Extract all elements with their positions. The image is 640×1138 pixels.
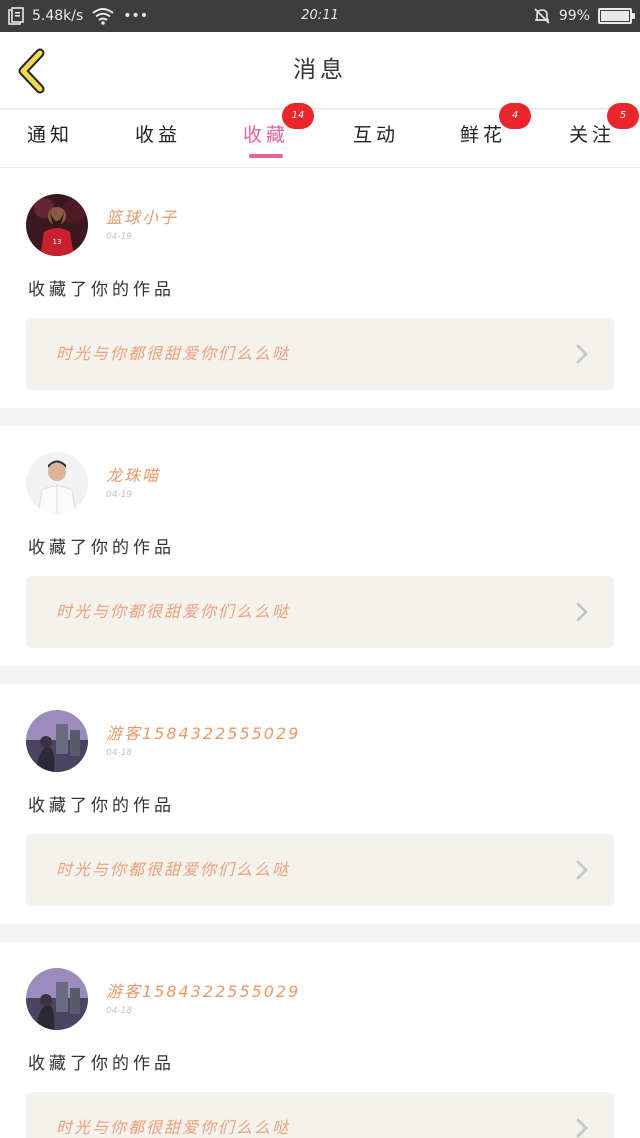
tab-favorites[interactable]: 收藏 14 [226,103,314,168]
message-card: 游客1584322555029 04-18 收藏了你的作品 时光与你都很甜爱你们… [0,942,640,1138]
mute-bell-icon [533,7,551,25]
svg-text:13: 13 [53,238,62,246]
favorites-count-badge: 14 [282,103,314,129]
work-link[interactable]: 时光与你都很甜爱你们么么哒 [26,576,614,648]
chevron-right-icon [576,860,588,880]
tab-notice[interactable]: 通知 [10,110,90,168]
message-date: 04-18 [106,748,133,758]
chevron-right-icon [576,602,588,622]
user-name[interactable]: 游客1584322555029 [106,978,300,1002]
battery-icon [598,8,635,24]
tab-label: 收益 [134,124,181,146]
tab-interaction[interactable]: 互动 [336,110,416,168]
tab-flowers[interactable]: 鲜花 4 [443,103,531,168]
work-link[interactable]: 时光与你都很甜爱你们么么哒 [26,1092,614,1138]
tab-label: 互动 [352,124,399,146]
work-title: 时光与你都很甜爱你们么么哒 [56,344,291,363]
active-tab-indicator [249,154,283,158]
back-arrow-icon [18,48,45,94]
user-name[interactable]: 游客1584322555029 [106,720,300,744]
message-card: 龙珠喵 04-19 收藏了你的作品 时光与你都很甜爱你们么么哒 [0,426,640,666]
avatar[interactable]: 13 [26,194,88,256]
battery-percent: 99% [558,8,590,24]
work-link[interactable]: 时光与你都很甜爱你们么么哒 [26,834,614,906]
flowers-count-badge: 4 [499,103,531,129]
work-title: 时光与你都很甜爱你们么么哒 [56,602,291,621]
chevron-right-icon [576,344,588,364]
nav-bar: 消息 [0,32,640,109]
status-bar: 5.48k/s ••• 20:11 99% [0,0,640,32]
page-title: 消息 [293,57,347,83]
avatar[interactable] [26,710,88,772]
action-text: 收藏了你的作品 [28,280,175,300]
message-date: 04-18 [106,1006,133,1016]
work-title: 时光与你都很甜爱你们么么哒 [56,860,291,879]
action-text: 收藏了你的作品 [28,796,175,816]
tab-earnings[interactable]: 收益 [118,110,198,168]
message-date: 04-19 [106,232,133,242]
action-text: 收藏了你的作品 [28,1054,175,1074]
work-title: 时光与你都很甜爱你们么么哒 [56,1118,291,1137]
follow-count-badge: 5 [607,103,639,129]
user-name[interactable]: 龙珠喵 [106,462,160,486]
action-text: 收藏了你的作品 [28,538,175,558]
message-card: 游客1584322555029 04-18 收藏了你的作品 时光与你都很甜爱你们… [0,684,640,924]
avatar[interactable] [26,968,88,1030]
avatar[interactable] [26,452,88,514]
tab-label: 通知 [26,124,73,146]
chevron-right-icon [576,1118,588,1138]
message-card: 13 篮球小子 04-19 收藏了你的作品 时光与你都很甜爱你们么么哒 [0,168,640,408]
tab-bar: 通知 收益 收藏 14 互动 鲜花 4 关注 5 [0,103,640,168]
work-link[interactable]: 时光与你都很甜爱你们么么哒 [26,318,614,390]
tab-follow[interactable]: 关注 5 [552,103,639,168]
user-name[interactable]: 篮球小子 [106,204,178,228]
message-date: 04-19 [106,490,133,500]
back-button[interactable] [14,48,54,94]
